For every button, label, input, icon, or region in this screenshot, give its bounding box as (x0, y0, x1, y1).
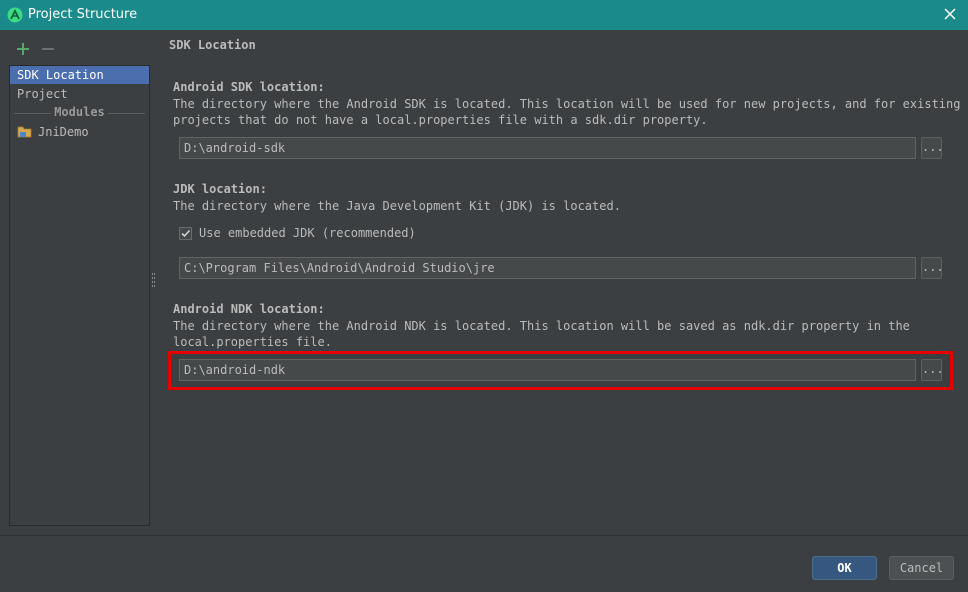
sdk-browse-button[interactable]: ... (921, 137, 944, 159)
plus-icon[interactable] (15, 41, 31, 57)
minus-icon[interactable] (40, 41, 56, 57)
sdk-location-heading: Android SDK location: (173, 80, 325, 94)
sidebar-item-project[interactable]: Project (10, 85, 149, 103)
page-title: SDK Location (169, 38, 256, 52)
embedded-jdk-checkbox[interactable] (179, 227, 192, 240)
sdk-path-input[interactable]: D:\android-sdk (179, 137, 916, 159)
jdk-location-heading: JDK location: (173, 182, 267, 196)
sidebar-section-modules: Modules (10, 105, 149, 120)
embedded-jdk-label[interactable]: Use embedded JDK (recommended) (199, 226, 416, 240)
cancel-button[interactable]: Cancel (889, 556, 954, 580)
footer-divider (0, 535, 968, 536)
ndk-location-heading: Android NDK location: (173, 302, 325, 316)
splitter-handle[interactable] (152, 273, 155, 289)
close-icon[interactable] (940, 4, 960, 24)
ndk-description-line2: local.properties file. (173, 335, 332, 349)
module-label: JniDemo (38, 125, 89, 139)
sdk-description-line1: The directory where the Android SDK is l… (173, 97, 961, 111)
jdk-description: The directory where the Java Development… (173, 199, 621, 213)
ndk-description-line1: The directory where the Android NDK is l… (173, 319, 910, 333)
ndk-highlight-annotation (168, 351, 953, 390)
jdk-path-input[interactable]: C:\Program Files\Android\Android Studio\… (179, 257, 916, 279)
jdk-browse-button[interactable]: ... (921, 257, 944, 279)
sidebar-item-sdk-location[interactable]: SDK Location (10, 66, 149, 84)
android-studio-icon (7, 7, 23, 23)
title-bar: Project Structure (0, 0, 968, 30)
check-icon (181, 229, 191, 238)
module-folder-icon (17, 125, 33, 139)
sdk-description-line2: projects that do not have a local.proper… (173, 113, 708, 127)
modules-section-label: Modules (51, 105, 108, 119)
window-title: Project Structure (28, 7, 138, 22)
ok-button[interactable]: OK (812, 556, 877, 580)
sidebar: SDK Location Project Modules JniDemo (9, 65, 150, 526)
